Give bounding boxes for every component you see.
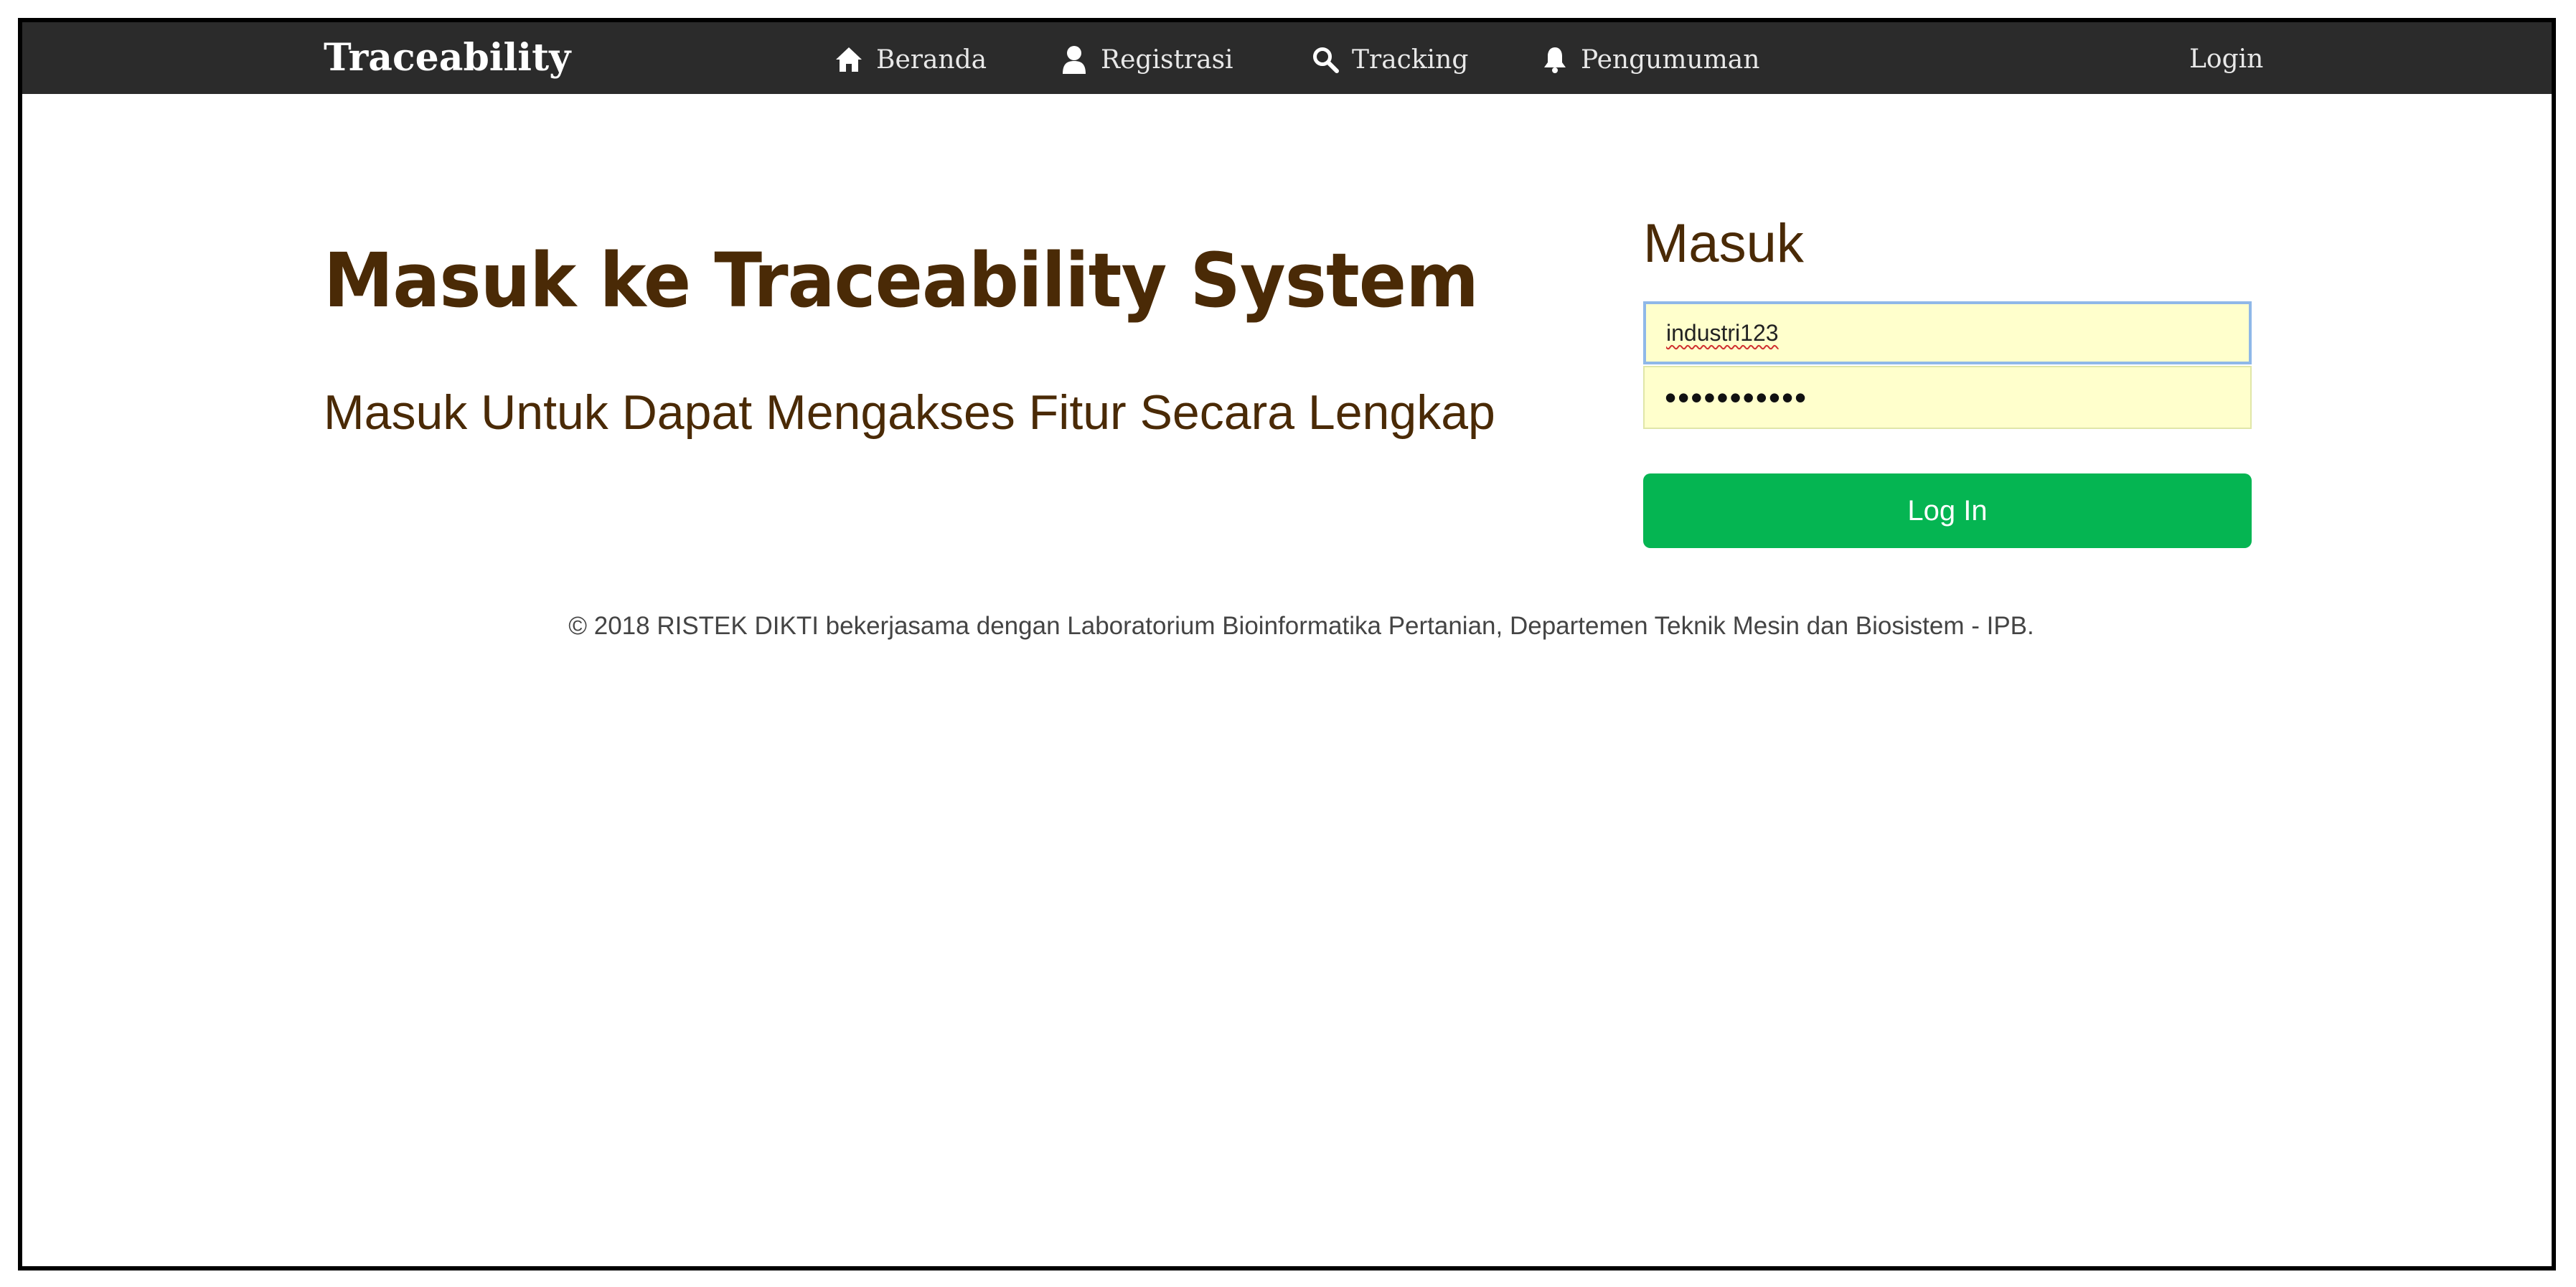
nav-item-pengumuman[interactable]: Pengumuman (1542, 44, 1759, 75)
nav-item-beranda[interactable]: Beranda (835, 44, 987, 75)
login-submit-button[interactable]: Log In (1643, 473, 2252, 548)
bell-icon (1542, 45, 1568, 74)
hero-title: Masuk ke Traceability System (324, 237, 1479, 324)
footer-copyright: © 2018 RISTEK DIKTI bekerjasama dengan L… (568, 612, 2034, 640)
login-form-title: Masuk (1643, 213, 1804, 274)
password-field[interactable]: ••••••••••• (1643, 366, 2252, 429)
home-icon (835, 46, 863, 73)
password-value: ••••••••••• (1665, 379, 1808, 416)
username-value: industri123 (1666, 319, 1779, 346)
username-field[interactable]: industri123 (1643, 301, 2252, 364)
hero-subtitle: Masuk Untuk Dapat Mengakses Fitur Secara… (324, 385, 1495, 440)
browser-viewport: Traceability Beranda Registrasi Tracking… (18, 18, 2556, 1270)
user-icon (1061, 45, 1088, 74)
search-icon (1312, 46, 1339, 73)
nav-label-pengumuman: Pengumuman (1581, 44, 1760, 75)
nav-label-beranda: Beranda (876, 44, 987, 75)
top-navbar: Traceability Beranda Registrasi Tracking… (22, 22, 2552, 94)
nav-label-tracking: Tracking (1352, 44, 1469, 75)
nav-item-tracking[interactable]: Tracking (1312, 44, 1468, 75)
nav-login-link[interactable]: Login (2189, 44, 2263, 75)
nav-item-registrasi[interactable]: Registrasi (1061, 44, 1233, 75)
nav-label-registrasi: Registrasi (1101, 44, 1233, 75)
brand-logo[interactable]: Traceability (324, 37, 570, 80)
